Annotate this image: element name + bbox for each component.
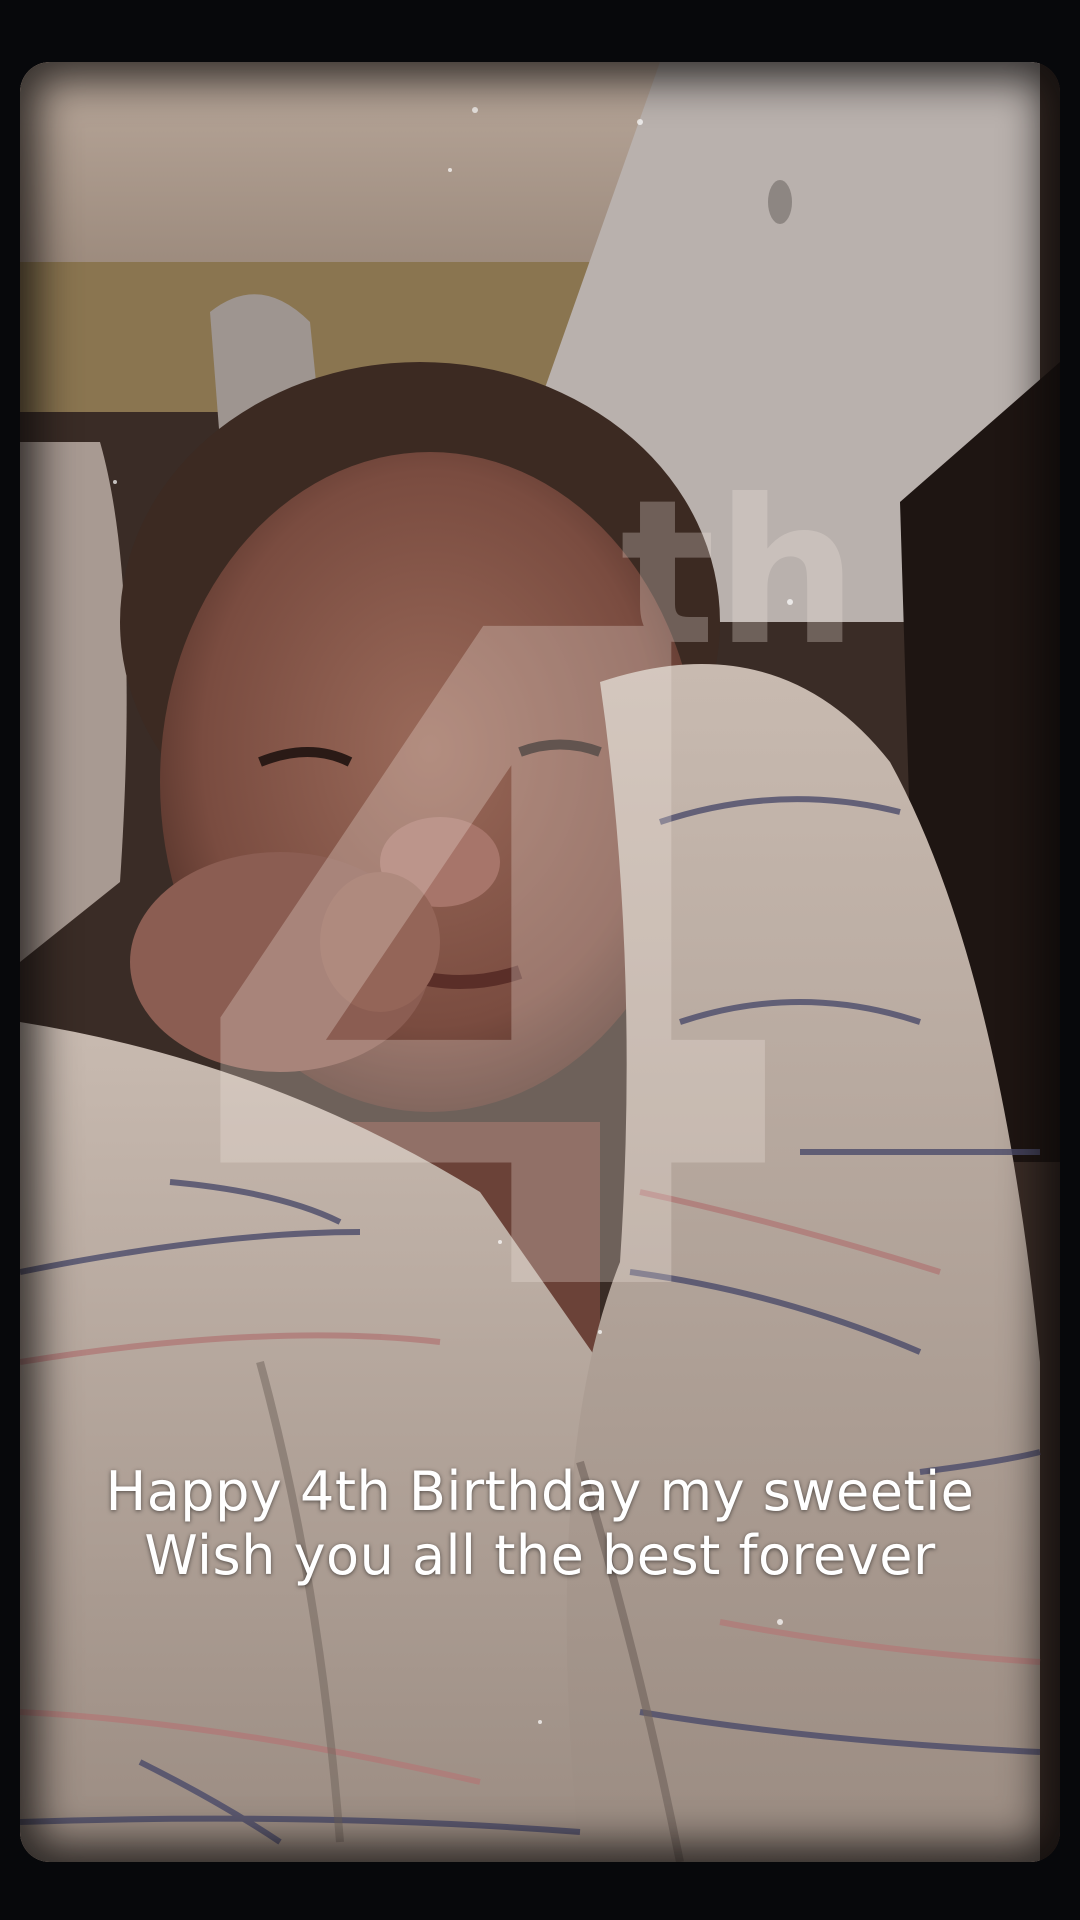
overlay-4th-graphic: 4 th <box>180 448 858 1495</box>
screen: 4 th Happy 4th Birthday my sweetie Wish … <box>0 0 1080 1920</box>
overlay-suffix: th <box>620 457 858 690</box>
caption: Happy 4th Birthday my sweetie Wish you a… <box>0 1460 1080 1588</box>
photo-frame: 4 th <box>20 62 1060 1862</box>
caption-line-1: Happy 4th Birthday my sweetie <box>105 1460 975 1523</box>
newborn-photo: 4 th <box>20 62 1060 1862</box>
caption-line-2: Wish you all the best forever <box>144 1524 936 1587</box>
